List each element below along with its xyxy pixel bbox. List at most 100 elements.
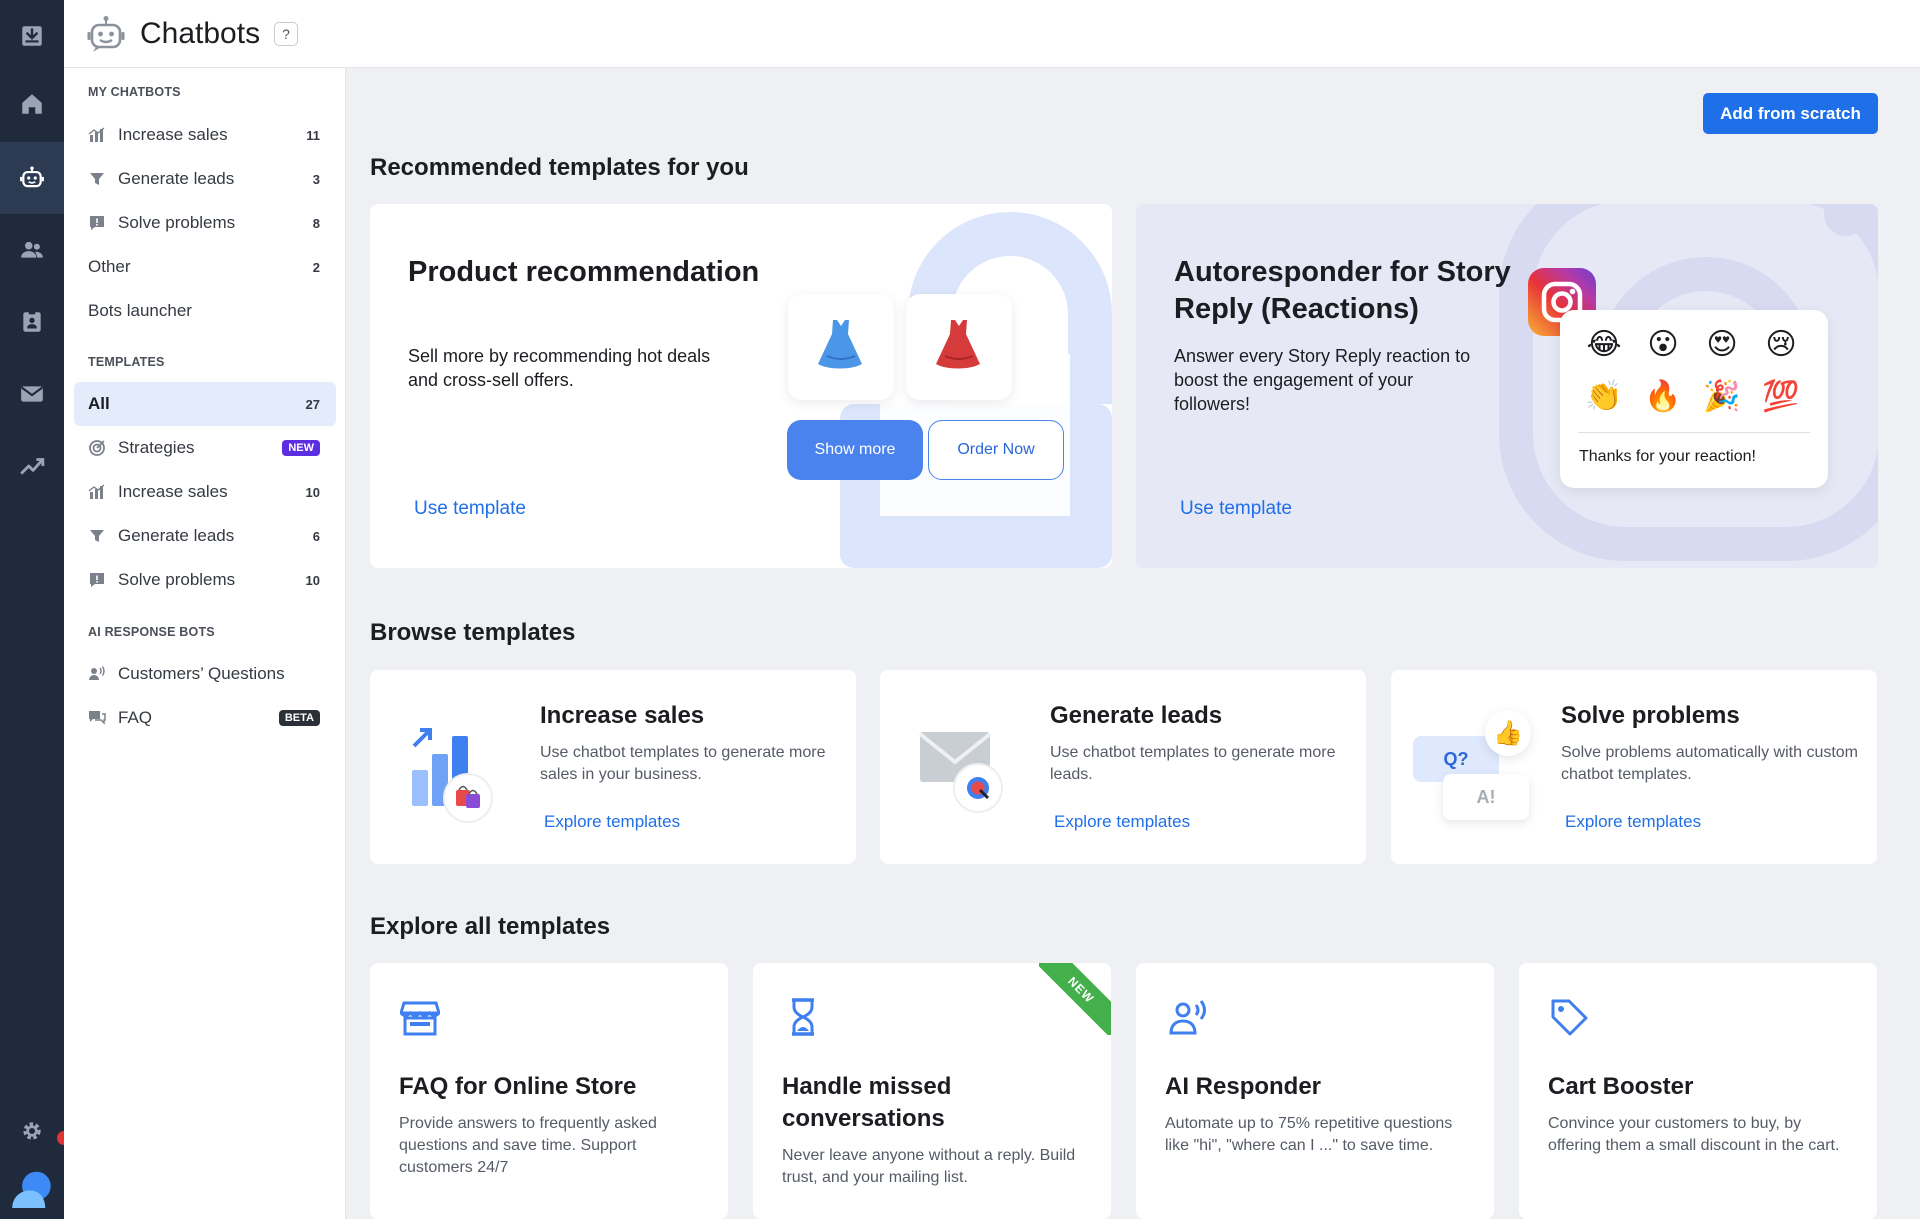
card-description: Use chatbot templates to generate more s… — [540, 744, 826, 783]
card-title: Handle missed conversations — [782, 1073, 952, 1132]
product-tile-blue-dress — [788, 294, 894, 400]
my-chatbots-increase-sales[interactable]: Increase sales 11 — [74, 113, 336, 157]
card-title: AI Responder — [1165, 1073, 1322, 1100]
menu-item-count: 11 — [306, 127, 320, 143]
sales-chart-illustration — [412, 728, 493, 823]
card-description: Never leave anyone without a reply. Buil… — [782, 1147, 1076, 1186]
chatbot-icon — [86, 14, 126, 54]
template-card-ai-responder[interactable]: AI Responder Automate up to 75% repetiti… — [1136, 963, 1494, 1219]
rail-contacts[interactable] — [0, 214, 64, 286]
bots-launcher[interactable]: Bots launcher — [74, 289, 336, 333]
automation-icon — [23, 310, 41, 332]
chart-icon — [88, 126, 106, 144]
reaction-emoji: 😮 — [1647, 328, 1679, 361]
recommended-heading: Recommended templates for you — [370, 154, 749, 181]
templates-increase-sales[interactable]: Increase sales 10 — [74, 470, 336, 514]
left-rail — [0, 0, 71, 1219]
browse-card-solve-problems[interactable]: Q? A! 👍 Solve problems Solve problems au… — [1391, 670, 1877, 864]
templates-strategies[interactable]: Strategies NEW — [74, 426, 336, 470]
thanks-message: Thanks for your reaction! — [1579, 448, 1756, 465]
reaction-emoji: 👏 — [1585, 380, 1623, 413]
menu-item-count: 10 — [305, 484, 320, 500]
ai-voice-icon — [1169, 1000, 1206, 1035]
rail-chatbots[interactable] — [0, 142, 64, 214]
add-from-scratch-button[interactable]: Add from scratch — [1703, 93, 1878, 134]
campaigns-icon — [21, 386, 43, 402]
chatbot-icon — [20, 166, 44, 188]
tag-icon — [1551, 999, 1588, 1036]
rail-inbox[interactable] — [0, 0, 64, 72]
my-chatbots-other[interactable]: Other 2 — [74, 245, 336, 289]
template-card-handle-missed-conversations[interactable]: NEW Handle missed conversations Never le… — [753, 963, 1111, 1219]
recommended-card-product-recommendation[interactable]: Show more Order Now Product recommendati… — [370, 204, 1112, 568]
use-template-link[interactable]: Use template — [414, 498, 526, 520]
card-title: Solve problems — [1561, 702, 1740, 729]
home-icon — [22, 94, 42, 114]
my-chatbots-generate-leads[interactable]: Generate leads 3 — [74, 157, 336, 201]
target-icon — [88, 439, 106, 457]
reaction-emoji: 💯 — [1762, 380, 1800, 413]
card-title: Autoresponder for Story Reply (Reactions… — [1174, 256, 1511, 325]
card-title: FAQ for Online Store — [399, 1073, 637, 1100]
blue-dress-icon — [818, 320, 862, 369]
template-card-cart-booster[interactable]: Cart Booster Convince your customers to … — [1519, 963, 1877, 1219]
rail-analytics[interactable] — [0, 430, 64, 502]
section-title-my-chatbots: MY CHATBOTS — [88, 85, 181, 99]
card-title: Increase sales — [540, 702, 705, 729]
templates-generate-leads[interactable]: Generate leads 6 — [74, 514, 336, 558]
recommended-card-autoresponder[interactable]: 😂 😮 😍 😢 👏 🔥 🎉 💯 Thanks for your reaction… — [1136, 204, 1878, 568]
explore-templates-link[interactable]: Explore templates — [1565, 812, 1701, 832]
red-dress-icon — [936, 320, 980, 369]
page-title: Chatbots — [140, 16, 261, 50]
inbox-icon — [22, 26, 42, 46]
rail-home[interactable] — [0, 68, 64, 140]
menu-item-label: All — [88, 394, 110, 413]
my-chatbots-solve-problems[interactable]: Solve problems 8 — [74, 201, 336, 245]
show-more-button[interactable]: Show more — [787, 420, 923, 480]
menu-item-label: Customers’ Questions — [118, 664, 285, 683]
contacts-icon — [21, 241, 43, 258]
reaction-emoji: 🎉 — [1703, 380, 1741, 413]
ai-faq[interactable]: FAQ BETA — [74, 696, 336, 740]
analytics-icon — [20, 458, 45, 475]
reaction-emoji: 😂 — [1586, 328, 1622, 361]
menu-item-label: Generate leads — [118, 526, 235, 545]
menu-item-count: 6 — [312, 528, 320, 544]
faq-icon — [88, 709, 106, 727]
browse-card-generate-leads[interactable]: Generate leads Use chatbot templates to … — [880, 670, 1366, 864]
browse-card-increase-sales[interactable]: Increase sales Use chatbot templates to … — [370, 670, 856, 864]
templates-all[interactable]: All 27 — [74, 382, 336, 426]
menu-item-label: Increase sales — [118, 482, 228, 501]
help-button[interactable]: ? — [274, 21, 299, 46]
card-description: Use chatbot templates to generate more l… — [1050, 744, 1336, 783]
menu-item-label: FAQ — [118, 708, 153, 727]
card-description: Sell more by recommending hot deals and … — [408, 346, 711, 390]
people-voice-icon — [88, 665, 106, 683]
card-title: Generate leads — [1050, 702, 1223, 729]
template-card-faq-online-store[interactable]: FAQ for Online Store Provide answers to … — [370, 963, 728, 1219]
use-template-link[interactable]: Use template — [1180, 498, 1292, 520]
new-badge: NEW — [282, 440, 320, 456]
card-description: Convince your customers to buy, by offer… — [1548, 1115, 1840, 1154]
order-now-button[interactable]: Order Now — [928, 420, 1064, 480]
menu-item-count: 2 — [312, 259, 320, 275]
store-icon — [400, 1001, 440, 1036]
menu-item-label: Generate leads — [118, 169, 235, 188]
menu-item-label: Bots launcher — [88, 301, 192, 320]
beta-badge: BETA — [278, 710, 320, 726]
rail-campaigns[interactable] — [0, 358, 64, 430]
explore-templates-link[interactable]: Explore templates — [1054, 812, 1190, 832]
rail-automation[interactable] — [0, 286, 64, 358]
menu-item-label: Solve problems — [118, 213, 236, 232]
reactions-card: 😂 😮 😍 😢 👏 🔥 🎉 💯 Thanks for your reaction… — [1560, 310, 1828, 488]
funnel-icon — [88, 170, 106, 188]
ai-customers-questions[interactable]: Customers’ Questions — [74, 652, 336, 696]
card-description: Solve problems automatically with custom… — [1561, 744, 1859, 783]
profile-icon — [12, 1171, 51, 1208]
explore-heading: Explore all templates — [370, 913, 611, 940]
explore-templates-link[interactable]: Explore templates — [544, 812, 680, 832]
rail-profile[interactable] — [0, 1150, 64, 1219]
menu-item-count: 3 — [312, 171, 320, 187]
templates-solve-problems[interactable]: Solve problems 10 — [74, 558, 336, 602]
card-title: Product recommendation — [408, 256, 760, 288]
